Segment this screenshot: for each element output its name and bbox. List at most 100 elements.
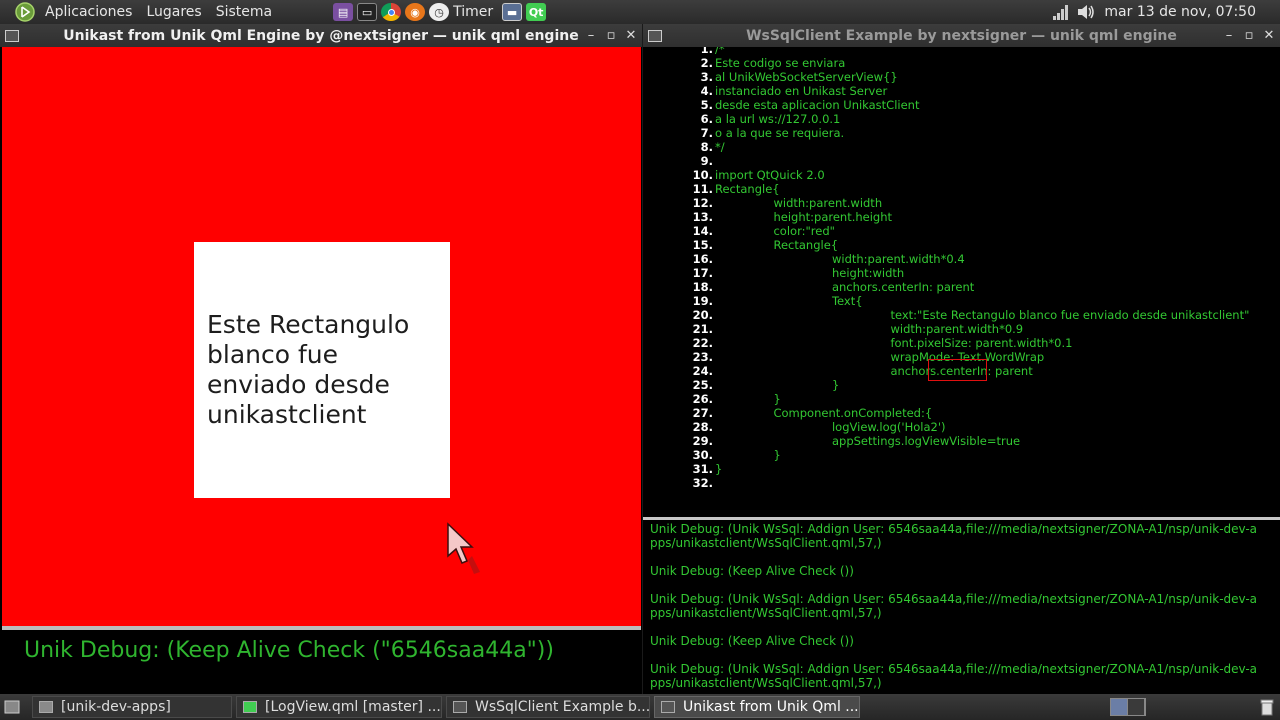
line-number: 17. xyxy=(692,266,713,280)
log-entry: Unik Debug: (Unik WsSql: Addign User: 65… xyxy=(650,522,1258,550)
minimize-icon[interactable]: – xyxy=(584,28,598,43)
line-number: 30. xyxy=(692,448,713,462)
code-text: Este codigo se enviara xyxy=(715,56,846,70)
task-label: [unik-dev-apps] xyxy=(61,699,171,715)
log-entry: Unik Debug: (Keep Alive Check ()) xyxy=(650,634,854,648)
line-number: 14. xyxy=(692,224,713,238)
code-text: width:parent.width*0.9 xyxy=(715,322,1024,336)
line-number: 4. xyxy=(700,84,713,98)
line-number: 32. xyxy=(692,476,713,490)
task-logview-qml[interactable]: [LogView.qml [master] ... xyxy=(236,696,442,718)
line-number: 8. xyxy=(700,140,713,154)
line-number: 18. xyxy=(692,280,713,294)
code-text: Text{ xyxy=(715,294,863,308)
volume-icon[interactable] xyxy=(1076,4,1096,20)
window-launcher-icon[interactable]: ▬ xyxy=(502,3,523,21)
close-icon[interactable]: ✕ xyxy=(624,28,638,43)
window-icon xyxy=(453,701,467,713)
menu-sistema[interactable]: Sistema xyxy=(209,0,279,24)
task-wssqlclient[interactable]: WsSqlClient Example b... xyxy=(446,696,650,718)
code-text: Component.onCompleted:{ xyxy=(715,406,933,420)
qt-creator-icon[interactable]: Qt xyxy=(526,3,547,21)
code-text: desde esta aplicacion UnikastClient xyxy=(715,98,920,112)
white-rectangle: Este Rectangulo blanco fue enviado desde… xyxy=(194,242,450,498)
code-text: width:parent.width xyxy=(715,196,883,210)
workspace-2[interactable] xyxy=(1128,699,1145,715)
maximize-icon[interactable]: ▫ xyxy=(604,28,618,43)
white-rectangle-text: Este Rectangulo blanco fue enviado desde… xyxy=(207,310,410,429)
timer-label[interactable]: Timer xyxy=(451,0,500,24)
mouse-pointer-icon xyxy=(447,522,480,574)
line-number: 12. xyxy=(692,196,713,210)
unikast-window: Unikast from Unik Qml Engine by @nextsig… xyxy=(0,24,642,694)
log-entry: Unik Debug: (Unik WsSql: Addign User: 65… xyxy=(650,662,1258,690)
show-desktop-icon[interactable] xyxy=(4,700,20,714)
code-text: Rectangle{ xyxy=(715,238,839,252)
window-icon xyxy=(661,701,675,713)
line-number: 27. xyxy=(692,406,713,420)
maximize-icon[interactable]: ▫ xyxy=(1242,28,1256,43)
folder-icon xyxy=(39,701,53,713)
wssqlclient-window: WsSqlClient Example by nextsigner — unik… xyxy=(643,24,1280,694)
code-text: height:parent.height xyxy=(715,210,893,224)
line-number: 3. xyxy=(700,70,713,84)
bottom-taskbar: [unik-dev-apps] [LogView.qml [master] ..… xyxy=(0,694,1280,720)
task-unikast[interactable]: Unikast from Unik Qml ... xyxy=(654,696,860,718)
code-text: /* xyxy=(715,47,725,56)
code-text: import QtQuick 2.0 xyxy=(715,168,825,182)
clock[interactable]: mar 13 de nov, 07:50 xyxy=(1096,4,1280,20)
code-text: color:"red" xyxy=(715,224,835,238)
line-number: 24. xyxy=(692,364,713,378)
code-text: o a la que se requiera. xyxy=(715,126,845,140)
mint-logo-icon[interactable] xyxy=(14,1,36,23)
chrome-launcher-icon[interactable] xyxy=(381,3,402,21)
log-view[interactable]: Unik Debug: (Unik WsSql: Addign User: 65… xyxy=(643,520,1280,694)
line-number: 16. xyxy=(692,252,713,266)
timer-icon[interactable]: ◷ xyxy=(429,3,450,21)
terminal-launcher-icon[interactable]: ▭ xyxy=(357,3,378,21)
line-number: 9. xyxy=(700,154,713,168)
menu-aplicaciones[interactable]: Aplicaciones xyxy=(38,0,139,24)
minimize-icon[interactable]: – xyxy=(1222,28,1236,43)
network-signal-icon[interactable] xyxy=(1052,4,1070,20)
task-label: [LogView.qml [master] ... xyxy=(265,699,441,715)
workspace-1[interactable] xyxy=(1111,699,1128,715)
window-title: Unikast from Unik Qml Engine by @nextsig… xyxy=(63,27,579,44)
window-menu-icon[interactable] xyxy=(5,29,19,42)
line-number: 26. xyxy=(692,392,713,406)
task-label: WsSqlClient Example b... xyxy=(475,699,650,715)
film-launcher-icon[interactable]: ▤ xyxy=(333,3,354,21)
line-number: 21. xyxy=(692,322,713,336)
code-editor[interactable]: 1./* 2. Este codigo se enviara 3. al UnikWeb… xyxy=(643,47,1280,517)
close-icon[interactable]: ✕ xyxy=(1262,28,1276,43)
line-number: 2. xyxy=(700,56,713,70)
task-label: Unikast from Unik Qml ... xyxy=(683,699,859,715)
log-entry: Unik Debug: (Unik WsSql: Addign User: 65… xyxy=(650,592,1258,620)
firefox-launcher-icon[interactable]: ◉ xyxy=(405,3,426,21)
code-text: instanciado en Unikast Server xyxy=(715,84,888,98)
line-number: 29. xyxy=(692,434,713,448)
trash-icon[interactable] xyxy=(1258,698,1276,716)
line-number: 20. xyxy=(692,308,713,322)
window-menu-icon[interactable] xyxy=(648,29,662,42)
workspace-switcher[interactable] xyxy=(1110,698,1146,716)
code-text: appSettings.logViewVisible=true xyxy=(715,434,1021,448)
unikast-titlebar[interactable]: Unikast from Unik Qml Engine by @nextsig… xyxy=(0,24,642,47)
code-text: } xyxy=(715,462,723,476)
line-number: 31. xyxy=(692,462,713,476)
line-number: 15. xyxy=(692,238,713,252)
code-text: al UnikWebSocketServerView{} xyxy=(715,70,898,84)
code-text: } xyxy=(715,378,840,392)
line-number: 22. xyxy=(692,336,713,350)
top-panel: Aplicaciones Lugares Sistema ▤ ▭ ◉ ◷ Tim… xyxy=(0,0,1280,24)
task-unik-dev-apps[interactable]: [unik-dev-apps] xyxy=(32,696,232,718)
wssqlclient-titlebar[interactable]: WsSqlClient Example by nextsigner — unik… xyxy=(643,24,1280,47)
line-number: 7. xyxy=(700,126,713,140)
menu-lugares[interactable]: Lugares xyxy=(139,0,208,24)
code-text: a la url ws://127.0.0.1 xyxy=(715,112,841,126)
line-number: 10. xyxy=(692,168,713,182)
debug-text: Unik Debug: (Keep Alive Check ("6546saa4… xyxy=(24,638,554,663)
line-number: 23. xyxy=(692,350,713,364)
code-text: } xyxy=(715,392,781,406)
debug-log-panel: Unik Debug: (Keep Alive Check ("6546saa4… xyxy=(2,630,641,694)
